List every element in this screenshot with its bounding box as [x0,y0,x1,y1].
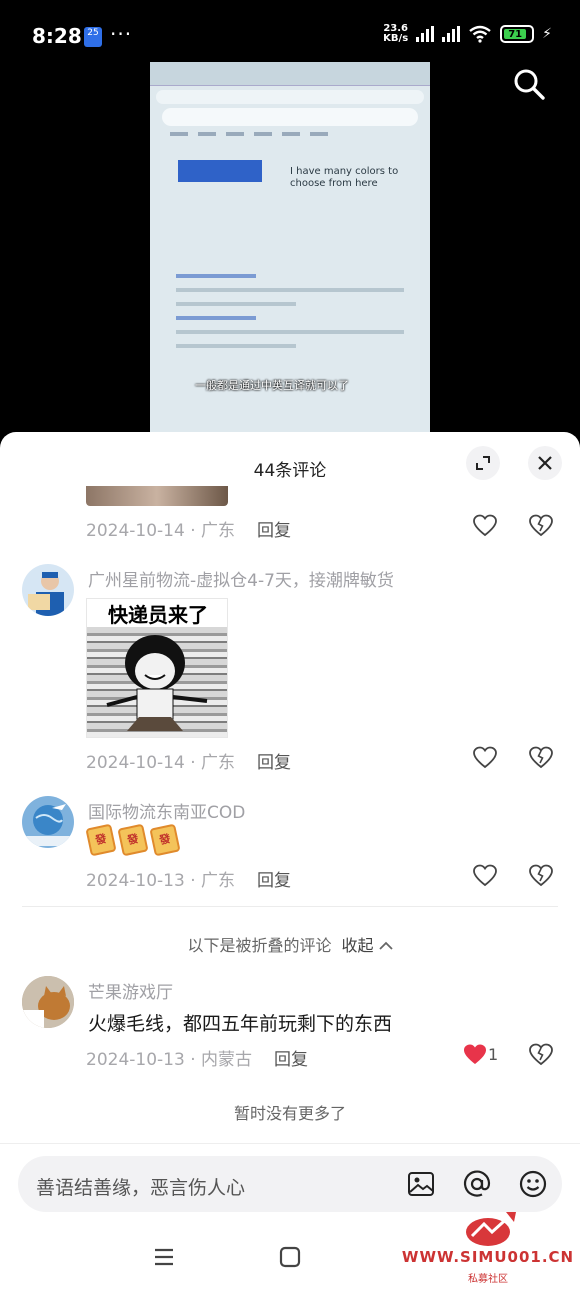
network-speed: 23.6 KB/s [383,23,409,44]
username[interactable]: 广州星前物流-虚拟仓4-7天，接潮牌敏货 [88,566,394,591]
comment-meta: 2024-10-13 · 内蒙古 回复 [86,1050,309,1070]
reply-button[interactable]: 回复 [257,521,291,541]
close-icon [538,456,552,470]
meme-figure [106,635,208,731]
translated-text: I have many colors to choose from here [290,166,399,189]
input-placeholder: 善语结善缘，恶言伤人心 [36,1177,246,1199]
meme-caption: 快递员来了 [87,599,227,627]
dislike-icon[interactable] [528,1042,554,1068]
reply-button[interactable]: 回复 [257,871,291,891]
watermark-site: WWW.SIMU001.CN [401,1248,575,1266]
status-indicators: 23.6 KB/s 71 ⚡ [383,24,552,44]
video-player[interactable]: I have many colors to choose from here 一… [150,62,430,434]
comments-sheet: 44条评论 2024-10-14 · 广东 回复 广州星前物流-虚拟仓4-7天，接… [0,432,580,1289]
translate-box: I have many colors to choose from here [170,144,410,264]
calendar-badge-icon: 25 [84,27,102,47]
status-bar: 8:28 25 ··· 23.6 KB/s 71 ⚡ [0,0,580,62]
fa-emoji-icon: 發 [85,823,117,857]
expand-icon [476,456,490,470]
battery-icon: 71 [500,25,535,43]
charging-icon: ⚡ [542,26,552,42]
search-icon[interactable] [511,66,547,102]
liked-heart-icon[interactable] [462,1042,488,1068]
reply-button[interactable]: 回复 [257,753,291,773]
wifi-icon [469,25,491,43]
like-count: 1 [488,1045,499,1064]
signal-icon [416,26,435,42]
fa-emoji-icon: 發 [117,823,149,857]
dislike-icon[interactable] [528,745,554,771]
watermark-emblem-icon [466,1212,516,1246]
like-icon[interactable] [472,513,498,539]
collapse-button[interactable]: 收起 [341,936,393,955]
avatar-cat-image [22,976,74,1028]
emoji-row: 發 發 發 [85,823,181,857]
dislike-icon[interactable] [528,513,554,539]
like-icon[interactable] [472,863,498,889]
comment-image[interactable] [86,486,228,506]
watermark-logo: WWW.SIMU001.CN 私募社区 [400,1210,576,1286]
signal-icon-2 [442,26,461,42]
folded-comments-notice: 以下是被折叠的评论 收起 [0,932,580,956]
avatar[interactable] [22,564,74,616]
selected-source-text [178,160,262,182]
emoji-icon[interactable] [518,1169,548,1199]
chevron-up-icon [378,941,393,950]
avatar[interactable] [22,796,74,848]
comment-meta: 2024-10-14 · 广东 回复 [86,521,292,541]
image-icon[interactable] [406,1169,436,1199]
browser-address-bar [156,90,424,104]
divider [22,906,558,907]
expand-button[interactable] [466,446,500,480]
video-subtitle: 一般都是通过中英互译就可以了 [195,379,349,392]
comment-text: 火爆毛线，都四五年前玩剩下的东西 [88,1013,393,1035]
home-icon[interactable] [278,1245,302,1269]
like-icon[interactable] [472,745,498,771]
search-tabs [170,132,410,136]
username[interactable]: 国际物流东南亚COD [88,798,245,823]
fa-emoji-icon: 發 [149,823,181,857]
comment-input[interactable]: 善语结善缘，恶言伤人心 [18,1156,562,1212]
no-more-text: 暂时没有更多了 [233,1104,346,1123]
more-notifications-icon: ··· [110,22,133,46]
recent-apps-icon[interactable] [152,1245,176,1269]
browser-tabs [150,62,430,86]
close-button[interactable] [528,446,562,480]
username[interactable]: 芒果游戏厅 [88,978,173,1003]
avatar-globe-image [26,804,70,846]
meme-image[interactable]: 快递员来了 [86,598,228,738]
dislike-icon[interactable] [528,863,554,889]
avatar-courier-image [28,572,64,616]
status-time: 8:28 [32,24,82,48]
reply-button[interactable]: 回复 [274,1050,308,1070]
comment-meta: 2024-10-14 · 广东 回复 [86,753,292,773]
search-row [162,108,418,126]
comment-meta: 2024-10-13 · 广东 回复 [86,871,292,891]
avatar[interactable] [22,976,74,1028]
mention-icon[interactable] [462,1169,492,1199]
watermark-sub: 私募社区 [468,1274,508,1285]
